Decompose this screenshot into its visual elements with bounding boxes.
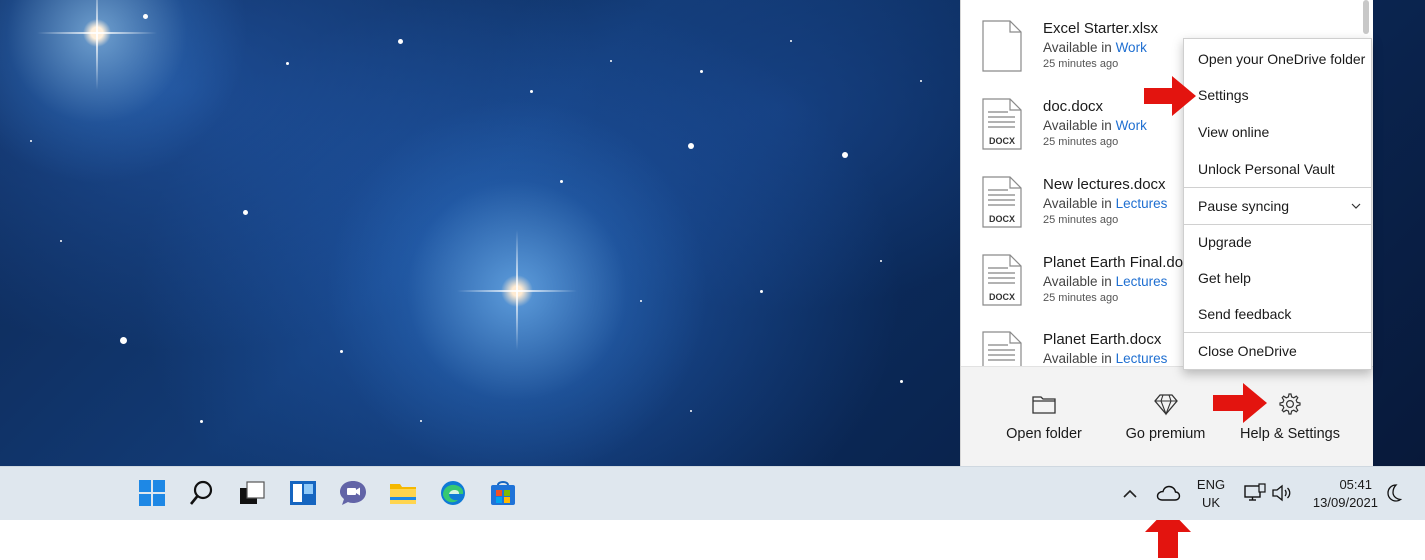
onedrive-cloud-icon[interactable] — [1155, 482, 1181, 504]
windows-start-icon[interactable] — [138, 479, 166, 507]
file-name: Planet Earth Final.doc — [1043, 254, 1191, 271]
network-icon[interactable] — [1244, 483, 1266, 503]
panel-scrollbar[interactable] — [1363, 0, 1369, 34]
svg-text:DOCX: DOCX — [989, 136, 1015, 146]
file-explorer-icon[interactable] — [389, 479, 417, 507]
file-availability: Available in Lectures — [1043, 351, 1168, 366]
clock-time[interactable]: 05:41 — [1332, 477, 1372, 492]
language-code[interactable]: ENG — [1193, 477, 1229, 492]
go-premium-button[interactable]: Go premium — [1113, 367, 1218, 467]
file-name: New lectures.docx — [1043, 176, 1166, 193]
focus-assist-moon-icon[interactable] — [1384, 482, 1404, 504]
menu-item-view-online[interactable]: View online — [1184, 114, 1371, 150]
file-name: doc.docx — [1043, 98, 1104, 115]
panel-footer: Open folder Go premium Help & Settings — [961, 366, 1373, 466]
taskbar: ENG UK 05:41 13/09/2021 — [0, 466, 1425, 520]
menu-item-settings[interactable]: Settings — [1184, 77, 1371, 113]
docx-file-icon — [982, 331, 1022, 366]
svg-text:DOCX: DOCX — [989, 292, 1015, 302]
screen: Excel Starter.xlsx Available in Work 25 … — [0, 0, 1425, 560]
search-icon[interactable] — [188, 479, 216, 507]
docx-file-icon: DOCX — [982, 254, 1022, 306]
file-time: 25 minutes ago — [1043, 136, 1119, 148]
store-icon[interactable] — [489, 479, 517, 507]
arrow-right-icon — [1213, 383, 1267, 423]
file-time: 25 minutes ago — [1043, 292, 1119, 304]
file-item-planet-earth-final[interactable]: DOCX Planet Earth Final.doc Available in… — [982, 254, 1202, 326]
diamond-icon — [1153, 394, 1178, 416]
clock-date[interactable]: 13/09/2021 — [1302, 495, 1378, 510]
menu-item-send-feedback[interactable]: Send feedback — [1184, 296, 1371, 332]
language-region[interactable]: UK — [1193, 495, 1229, 510]
open-folder-button[interactable]: Open folder — [989, 367, 1099, 467]
menu-item-close-onedrive[interactable]: Close OneDrive — [1184, 333, 1371, 369]
file-location-link[interactable]: Work — [1116, 118, 1147, 133]
file-location-link[interactable]: Lectures — [1116, 274, 1168, 289]
menu-item-get-help[interactable]: Get help — [1184, 260, 1371, 296]
gear-icon — [1279, 393, 1301, 415]
edge-icon[interactable] — [439, 479, 467, 507]
task-view-icon[interactable] — [238, 479, 266, 507]
chevron-down-icon — [1351, 203, 1361, 209]
chevron-up-icon[interactable] — [1120, 484, 1140, 504]
file-location-link[interactable]: Lectures — [1116, 351, 1168, 366]
file-location-link[interactable]: Lectures — [1116, 196, 1168, 211]
menu-item-unlock-personal-vault[interactable]: Unlock Personal Vault — [1184, 151, 1371, 187]
folder-icon — [1032, 396, 1056, 414]
arrow-right-icon — [1144, 76, 1196, 116]
file-name: Planet Earth.docx — [1043, 331, 1162, 348]
file-name: Excel Starter.xlsx — [1043, 20, 1159, 37]
volume-icon[interactable] — [1271, 483, 1293, 503]
blank-file-icon — [982, 20, 1022, 72]
docx-file-icon: DOCX — [982, 176, 1022, 228]
file-location-link[interactable]: Work — [1116, 40, 1147, 55]
file-availability: Available in Lectures — [1043, 274, 1168, 289]
file-item-planet-earth[interactable]: Planet Earth.docx Available in Lectures — [982, 331, 1202, 366]
docx-file-icon: DOCX — [982, 98, 1022, 150]
menu-item-upgrade[interactable]: Upgrade — [1184, 224, 1371, 260]
help-settings-menu: Open your OneDrive folder Settings View … — [1183, 38, 1372, 370]
file-availability: Available in Lectures — [1043, 196, 1168, 211]
menu-item-open-onedrive-folder[interactable]: Open your OneDrive folder — [1184, 41, 1371, 77]
file-availability: Available in Work — [1043, 118, 1147, 133]
menu-item-pause-syncing[interactable]: Pause syncing — [1184, 188, 1371, 224]
file-item-new-lectures[interactable]: DOCX New lectures.docx Available in Lect… — [982, 176, 1202, 248]
teams-chat-icon[interactable] — [339, 479, 367, 507]
file-time: 25 minutes ago — [1043, 214, 1119, 226]
file-availability: Available in Work — [1043, 40, 1147, 55]
widgets-icon[interactable] — [289, 479, 317, 507]
open-folder-label: Open folder — [1006, 426, 1082, 442]
file-time: 25 minutes ago — [1043, 58, 1119, 70]
pause-syncing-label: Pause syncing — [1198, 198, 1290, 214]
help-settings-label: Help & Settings — [1240, 426, 1340, 442]
svg-text:DOCX: DOCX — [989, 214, 1015, 224]
go-premium-label: Go premium — [1125, 426, 1206, 442]
